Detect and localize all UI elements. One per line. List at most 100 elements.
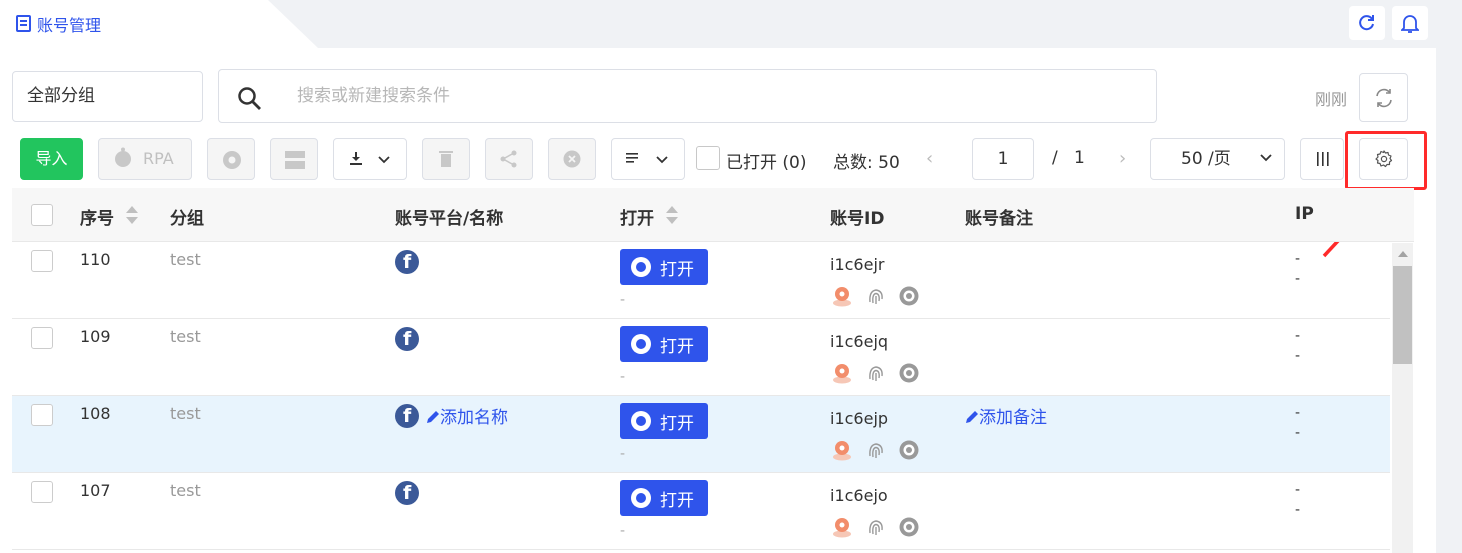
- open-label: 打开: [660, 491, 694, 511]
- row-no: 107: [80, 481, 111, 500]
- row-group: test: [170, 327, 201, 346]
- open-status: -: [620, 446, 626, 462]
- reload-button[interactable]: [1349, 6, 1385, 40]
- bell-icon: [1401, 15, 1419, 33]
- open-status: -: [620, 292, 626, 308]
- refresh-icon: [1359, 15, 1374, 31]
- settings-highlight-box: [1345, 131, 1427, 190]
- list-view-dropdown[interactable]: [611, 138, 685, 180]
- row-account-id: i1c6ejp: [830, 409, 889, 428]
- document-icon: [16, 15, 31, 32]
- chrome-icon: [631, 488, 651, 508]
- chevron-down-icon: [378, 156, 390, 164]
- sort-asc-icon[interactable]: [126, 206, 138, 213]
- open-button[interactable]: 打开: [620, 249, 708, 285]
- scroll-thumb[interactable]: [1393, 266, 1412, 364]
- row-account-id: i1c6ejq: [830, 332, 889, 351]
- chevron-down-icon: [1260, 154, 1272, 162]
- table-scrollbar[interactable]: [1392, 243, 1413, 553]
- row-checkbox[interactable]: [31, 327, 53, 349]
- row-ip-1: -: [1295, 405, 1301, 421]
- browser-button[interactable]: [207, 138, 255, 180]
- add-name-link[interactable]: 添加名称: [426, 403, 508, 428]
- sort-desc-icon[interactable]: [666, 217, 678, 224]
- row-group: test: [170, 481, 201, 500]
- column-header-note: 账号备注: [965, 209, 1033, 229]
- search-input[interactable]: [297, 82, 1117, 110]
- location-icon[interactable]: [831, 516, 853, 538]
- chrome-icon: [631, 411, 651, 431]
- target-icon[interactable]: [898, 285, 920, 307]
- fingerprint-icon[interactable]: [865, 439, 887, 461]
- location-icon[interactable]: [831, 285, 853, 307]
- pencil-icon: [427, 411, 439, 423]
- facebook-icon: [395, 481, 419, 505]
- target-icon[interactable]: [898, 516, 920, 538]
- columns-icon: [1317, 152, 1329, 166]
- fingerprint-icon[interactable]: [865, 516, 887, 538]
- row-ip-1: -: [1295, 251, 1301, 267]
- open-button[interactable]: 打开: [620, 403, 708, 439]
- row-ip-2: -: [1295, 502, 1301, 518]
- page-number-input[interactable]: 1: [972, 138, 1034, 180]
- target-icon[interactable]: [898, 439, 920, 461]
- open-label: 打开: [660, 414, 694, 434]
- page-size-select[interactable]: 50 /页: [1150, 138, 1285, 180]
- target-icon[interactable]: [898, 362, 920, 384]
- row-no: 109: [80, 327, 111, 346]
- layout-button[interactable]: [270, 138, 318, 180]
- row-checkbox[interactable]: [31, 404, 53, 426]
- row-group: test: [170, 250, 201, 269]
- columns-button[interactable]: [1300, 138, 1344, 180]
- download-dropdown[interactable]: [333, 138, 407, 180]
- location-icon[interactable]: [831, 362, 853, 384]
- notification-button[interactable]: [1392, 6, 1428, 40]
- row-checkbox[interactable]: [31, 481, 53, 503]
- sort-asc-icon[interactable]: [666, 206, 678, 213]
- column-header-no[interactable]: 序号: [80, 204, 114, 229]
- fingerprint-icon[interactable]: [865, 362, 887, 384]
- close-button[interactable]: [548, 138, 596, 180]
- row-checkbox[interactable]: [31, 250, 53, 272]
- select-all-checkbox[interactable]: [31, 204, 53, 226]
- open-button[interactable]: 打开: [620, 480, 708, 516]
- column-header-platform: 账号平台/名称: [395, 209, 504, 229]
- row-ip-2: -: [1295, 271, 1301, 287]
- search-box[interactable]: [218, 69, 1157, 123]
- sync-icon: [1376, 88, 1392, 108]
- pencil-icon: [966, 411, 978, 423]
- opened-filter-label: 已打开 (0): [726, 153, 807, 173]
- open-label: 打开: [660, 337, 694, 357]
- column-header-group: 分组: [170, 209, 204, 229]
- group-select[interactable]: 全部分组: [12, 71, 203, 122]
- opened-filter-checkbox[interactable]: [696, 146, 720, 170]
- tab-account-management[interactable]: 账号管理: [0, 0, 318, 48]
- prev-page-button[interactable]: ‹: [926, 148, 933, 169]
- tab-title: 账号管理: [37, 16, 102, 35]
- open-button[interactable]: 打开: [620, 326, 708, 362]
- add-note-link[interactable]: 添加备注: [965, 403, 1047, 428]
- row-ip-2: -: [1295, 348, 1301, 364]
- search-icon: [238, 87, 261, 110]
- row-ip-1: -: [1295, 328, 1301, 344]
- chrome-icon: [631, 257, 651, 277]
- fingerprint-icon[interactable]: [865, 285, 887, 307]
- refresh-list-button[interactable]: [1359, 73, 1408, 122]
- location-icon[interactable]: [831, 439, 853, 461]
- column-header-open[interactable]: 打开: [620, 204, 654, 229]
- next-page-button[interactable]: ›: [1119, 148, 1126, 169]
- open-label: 打开: [660, 260, 694, 280]
- sort-desc-icon[interactable]: [126, 217, 138, 224]
- trash-icon: [439, 151, 453, 167]
- import-button[interactable]: 导入: [20, 138, 83, 180]
- row-account-id: i1c6ejr: [830, 255, 885, 274]
- row-ip-2: -: [1295, 425, 1301, 441]
- delete-button[interactable]: [422, 138, 470, 180]
- right-gutter: [1436, 48, 1462, 553]
- chevron-down-icon: [656, 156, 668, 164]
- facebook-icon: [395, 327, 419, 351]
- scroll-up-icon[interactable]: [1398, 251, 1408, 257]
- row-account-id: i1c6ejo: [830, 486, 888, 505]
- rpa-button[interactable]: RPA: [98, 138, 192, 180]
- share-button[interactable]: [485, 138, 533, 180]
